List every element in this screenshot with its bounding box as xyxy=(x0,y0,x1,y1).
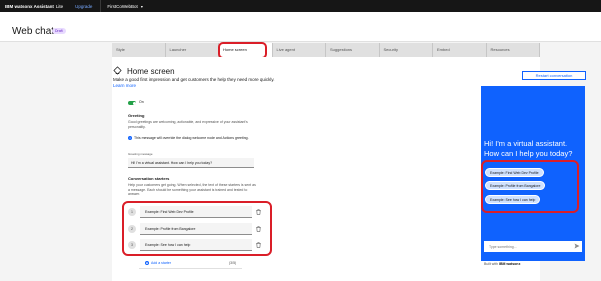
built-with-footer: Built with IBM watsonx xyxy=(484,262,520,266)
section-title: Home screen xyxy=(127,67,175,76)
tab-suggestions[interactable]: Suggestions xyxy=(326,43,380,57)
add-starter-button[interactable]: + Add a starter xyxy=(145,261,171,265)
chat-greeting-line: How can I help you today? xyxy=(484,149,573,158)
page-header xyxy=(0,12,601,42)
tab-resources[interactable]: Resources xyxy=(486,43,540,57)
tab-style[interactable]: Style xyxy=(112,43,166,57)
section-intro: Make a good first impression and get cus… xyxy=(113,77,283,89)
chat-message-input[interactable] xyxy=(484,241,582,252)
divider xyxy=(100,0,102,12)
add-icon: + xyxy=(145,261,149,265)
page-title: Web chat xyxy=(12,26,55,37)
highlight-annotation-starters xyxy=(122,201,272,256)
starter-count: (3/5) xyxy=(229,261,237,265)
status-badge: Draft xyxy=(52,28,66,34)
home-screen-toggle[interactable] xyxy=(128,101,136,105)
greeting-message-input[interactable] xyxy=(128,158,254,168)
tab-launcher[interactable]: Launcher xyxy=(165,43,219,57)
greeting-description: Good greetings are welcoming, actionable… xyxy=(128,120,248,129)
chat-greeting-line: Hi! I'm a virtual assistant. xyxy=(484,139,568,148)
chevron-down-icon[interactable]: ▾ xyxy=(141,4,143,9)
plan-label: Lite xyxy=(55,3,64,9)
bot-selector-label[interactable]: FirstCoWebBot xyxy=(107,4,137,9)
starters-heading: Conversation starters xyxy=(128,176,170,181)
divider xyxy=(139,268,242,269)
send-icon[interactable] xyxy=(574,243,580,249)
toggle-state-label: On xyxy=(139,100,144,104)
starters-description: Help your customers get going. When sele… xyxy=(128,183,256,196)
greeting-heading: Greeting xyxy=(128,113,145,118)
home-screen-icon xyxy=(113,66,122,75)
greeting-field-label: Greeting message xyxy=(128,152,153,156)
info-icon: i xyxy=(128,136,132,140)
restart-conversation-button[interactable]: Restart conversation xyxy=(522,71,586,80)
settings-tabs: Style Launcher Home screen Live agent Su… xyxy=(112,43,540,57)
chat-greeting: Hi! I'm a virtual assistant. How can I h… xyxy=(484,139,584,159)
highlight-annotation-chat xyxy=(481,160,579,213)
upgrade-link[interactable]: Upgrade xyxy=(75,4,92,9)
tab-security[interactable]: Security xyxy=(379,43,433,57)
learn-more-link[interactable]: Learn more xyxy=(113,83,136,88)
greeting-info-note: This message will override the dialog we… xyxy=(134,136,249,140)
add-starter-label: Add a starter xyxy=(151,261,172,265)
product-name: IBM watsonx Assistant xyxy=(5,3,54,9)
tab-embed[interactable]: Embed xyxy=(433,43,487,57)
top-nav-bar: IBM watsonx Assistant Lite Upgrade First… xyxy=(0,0,601,12)
built-with-prefix: Built with xyxy=(484,262,499,266)
built-with-brand: IBM watsonx xyxy=(499,262,521,266)
intro-text: Make a good first impression and get cus… xyxy=(113,77,275,82)
tab-live-agent[interactable]: Live agent xyxy=(272,43,326,57)
